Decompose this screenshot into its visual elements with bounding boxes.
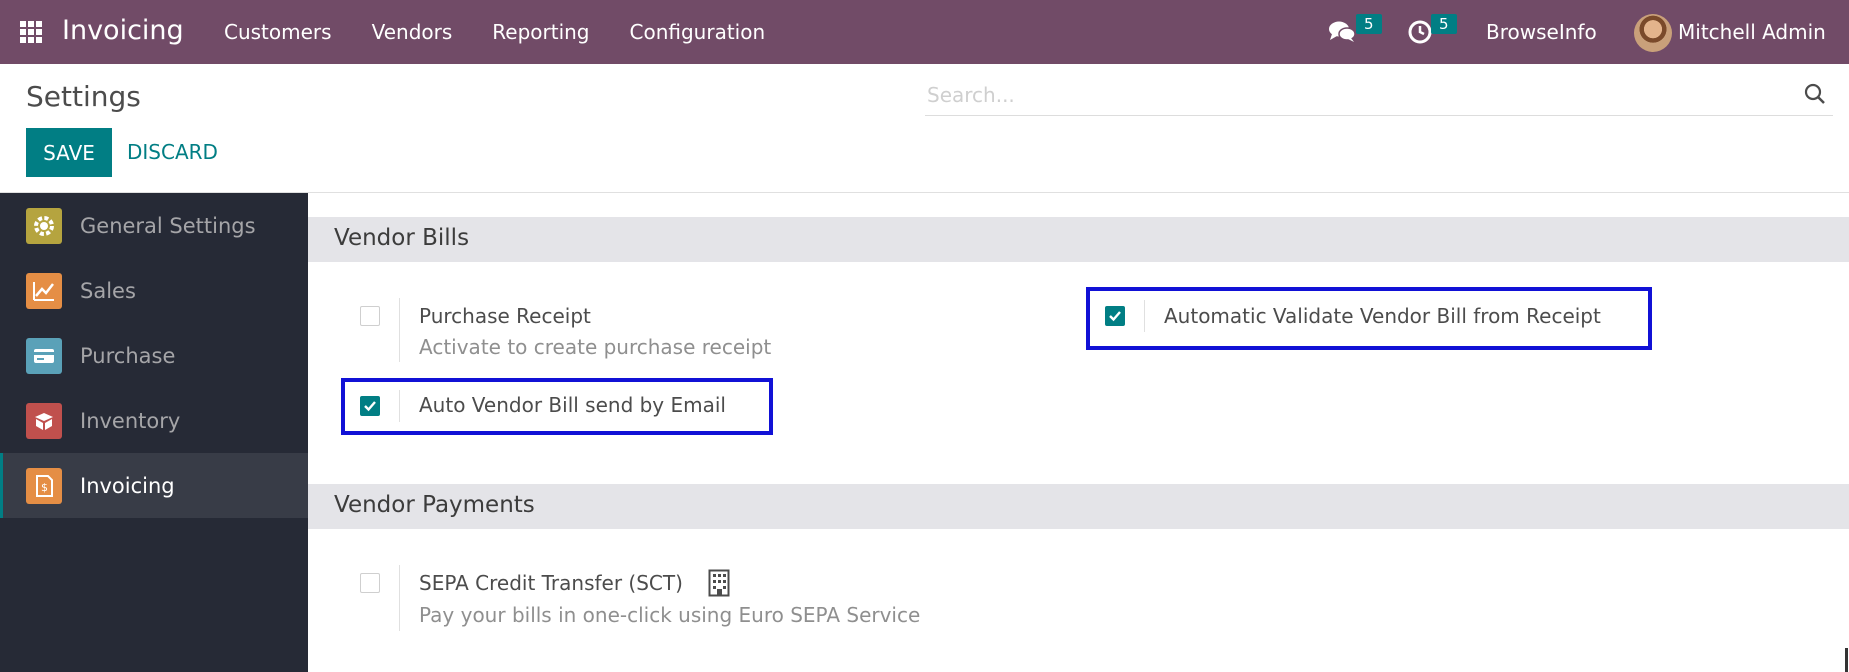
settings-sidebar: General Settings Sales Purchase Inventor… <box>0 193 308 672</box>
search-bar <box>925 76 1833 116</box>
auto-email-checkbox[interactable] <box>360 396 380 416</box>
section-header-vendor-bills: Vendor Bills <box>308 217 1849 262</box>
discard-button[interactable]: DISCARD <box>127 140 218 164</box>
menu-vendors[interactable]: Vendors <box>372 20 453 44</box>
page-title: Settings <box>26 80 141 113</box>
chart-icon <box>26 272 62 309</box>
purchase-receipt-title: Purchase Receipt <box>419 304 591 328</box>
sidebar-item-label: Purchase <box>80 343 176 368</box>
sepa-checkbox[interactable] <box>360 573 380 593</box>
sidebar-item-general-settings[interactable]: General Settings <box>0 193 308 258</box>
sidebar-item-inventory[interactable]: Inventory <box>0 388 308 453</box>
purchase-receipt-checkbox[interactable] <box>360 306 380 326</box>
section-title: Vendor Bills <box>334 225 470 251</box>
activities-count-badge: 5 <box>1431 14 1457 34</box>
divider <box>399 390 400 422</box>
scrollbar[interactable] <box>1845 648 1848 672</box>
app-name[interactable]: Invoicing <box>62 15 184 46</box>
avatar[interactable] <box>1634 14 1672 52</box>
chat-icon[interactable] <box>1328 20 1356 44</box>
clock-icon[interactable] <box>1408 20 1432 44</box>
auto-email-title: Auto Vendor Bill send by Email <box>419 393 726 417</box>
invoice-icon: $ <box>26 467 62 504</box>
messages-count-badge: 5 <box>1356 14 1382 34</box>
main-menu: Customers Vendors Reporting Configuratio… <box>224 20 805 44</box>
save-button[interactable]: SAVE <box>26 128 112 177</box>
sidebar-item-label: Inventory <box>80 408 181 433</box>
building-icon <box>708 569 730 597</box>
auto-validate-checkbox[interactable] <box>1105 306 1125 326</box>
sidebar-item-label: General Settings <box>80 213 256 238</box>
section-title: Vendor Payments <box>334 492 535 518</box>
section-header-vendor-payments: Vendor Payments <box>308 484 1849 529</box>
sidebar-item-label: Invoicing <box>80 473 175 498</box>
box-icon <box>26 402 62 439</box>
company-switcher[interactable]: BrowseInfo <box>1486 20 1597 44</box>
search-input[interactable] <box>927 80 1767 110</box>
svg-text:$: $ <box>41 481 48 494</box>
sidebar-item-label: Sales <box>80 278 136 303</box>
top-navbar: Invoicing Customers Vendors Reporting Co… <box>0 0 1849 64</box>
sepa-description: Pay your bills in one-click using Euro S… <box>419 603 921 627</box>
user-menu[interactable]: Mitchell Admin <box>1678 20 1826 44</box>
gear-icon <box>26 207 62 244</box>
sidebar-item-invoicing[interactable]: $ Invoicing <box>0 453 308 518</box>
apps-grid-icon[interactable] <box>20 21 42 43</box>
divider <box>399 298 400 362</box>
divider <box>399 565 400 631</box>
auto-validate-title: Automatic Validate Vendor Bill from Rece… <box>1164 304 1601 328</box>
search-icon[interactable] <box>1803 82 1827 106</box>
purchase-receipt-description: Activate to create purchase receipt <box>419 335 772 359</box>
divider <box>1144 300 1145 332</box>
sidebar-item-sales[interactable]: Sales <box>0 258 308 323</box>
menu-customers[interactable]: Customers <box>224 20 332 44</box>
menu-reporting[interactable]: Reporting <box>492 20 589 44</box>
sepa-title: SEPA Credit Transfer (SCT) <box>419 571 683 595</box>
credit-card-icon <box>26 337 62 374</box>
menu-configuration[interactable]: Configuration <box>630 20 766 44</box>
sidebar-item-purchase[interactable]: Purchase <box>0 323 308 388</box>
